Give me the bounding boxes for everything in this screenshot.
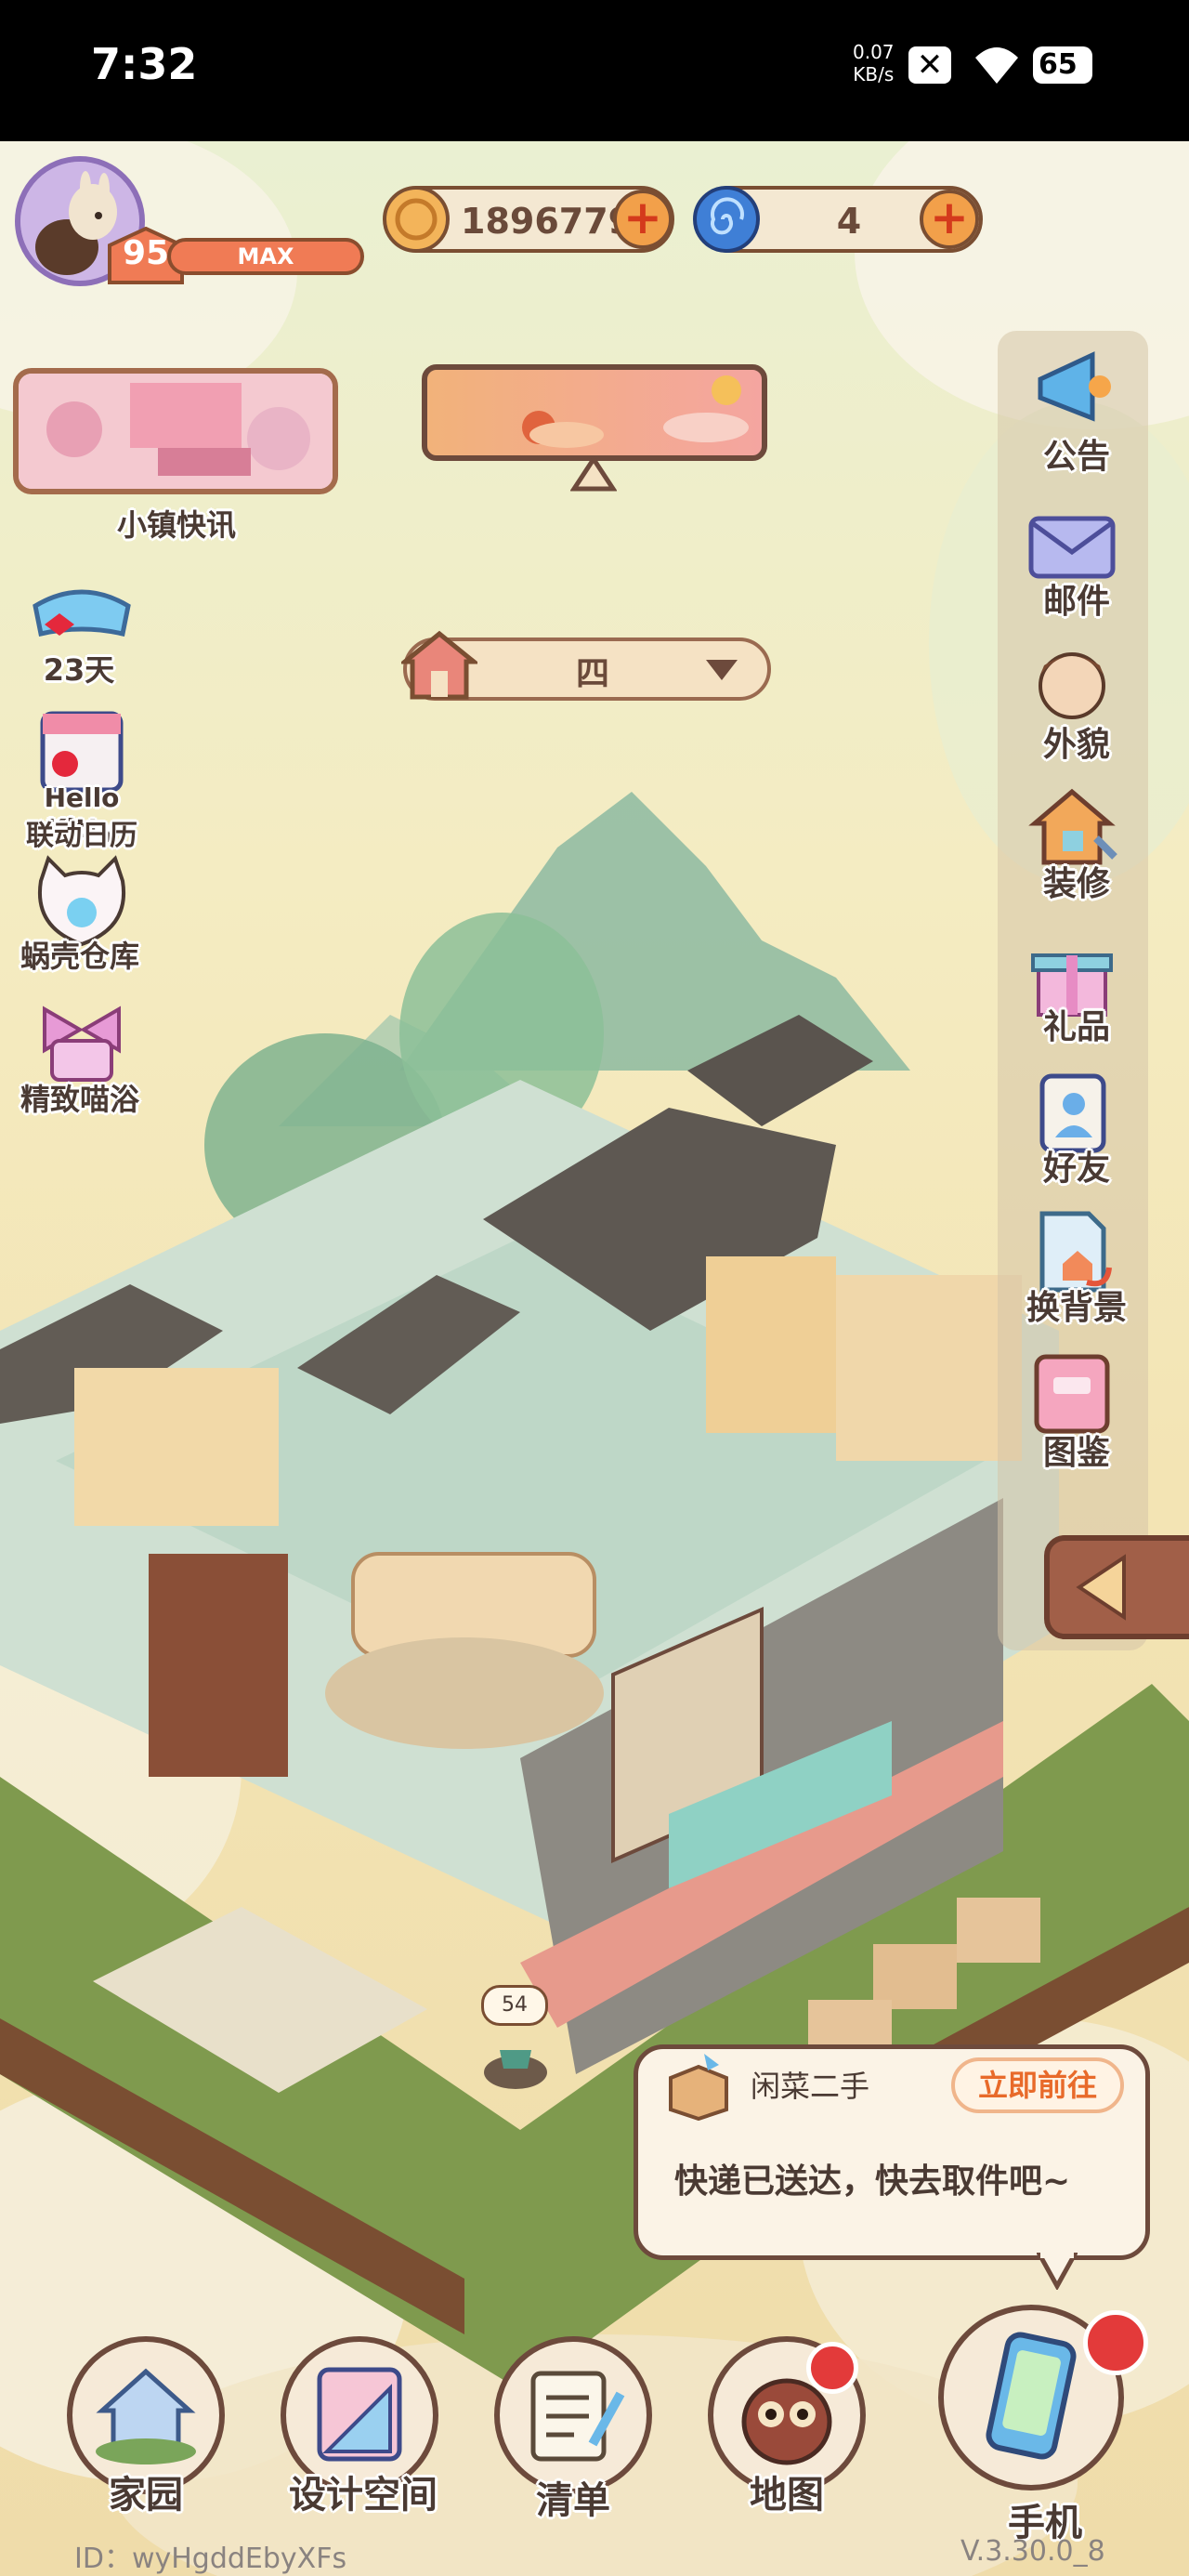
bookshelf: [149, 1554, 288, 1777]
go-now-button[interactable]: 立即前往: [951, 2057, 1124, 2113]
triangle-left-icon: [1076, 1554, 1126, 1621]
collapse-panel-button[interactable]: [1044, 1535, 1189, 1639]
bubble-tail: [1037, 2253, 1078, 2290]
time-pointer-icon: [570, 455, 617, 492]
package-box-icon: [669, 2054, 728, 2121]
map-notification-dot: [806, 2342, 858, 2394]
town-news-label: 小镇快讯: [116, 507, 236, 543]
status-time: 7:32: [91, 39, 198, 89]
change-background-label: 换背景: [1026, 1289, 1127, 1327]
collab-calendar-label: 联动日历: [26, 820, 137, 852]
close-box-icon: ✕: [908, 46, 951, 84]
checklist-pen-icon: [530, 2371, 625, 2462]
player-level: 95: [122, 234, 170, 272]
weather-time-panel[interactable]: [422, 364, 767, 461]
add-coins-button[interactable]: +: [613, 190, 673, 249]
appearance-label: 外貌: [1042, 726, 1110, 764]
house-wall: [74, 1368, 279, 1526]
mailbox-count: 54: [502, 1993, 528, 2017]
mailbox-count-bubble[interactable]: 54: [481, 1985, 548, 2026]
network-speed: 0.07 KB/s: [853, 41, 895, 85]
wifi-icon: [975, 47, 1018, 84]
chevron-down-icon: [706, 660, 738, 680]
status-bar: 7:32 0.07 KB/s ✕ 65: [0, 0, 1189, 141]
gifts-label: 礼品: [1042, 1008, 1110, 1046]
nav-map-label: 地图: [750, 2474, 824, 2517]
gift-bow-bath-icon[interactable]: [33, 992, 130, 1085]
announcement-label: 公告: [1042, 438, 1110, 476]
album-book-icon[interactable]: [1022, 1346, 1122, 1435]
calendar-icon[interactable]: [32, 703, 132, 795]
nav-home-label: 家园: [109, 2474, 183, 2517]
weather-sun-cloud-icon: [522, 375, 749, 448]
megaphone-icon[interactable]: [1022, 342, 1122, 431]
decorate-label: 装修: [1042, 865, 1110, 903]
shell-storage-label: 蜗壳仓库: [20, 939, 139, 974]
house-icon: [401, 630, 477, 700]
mailbox-icon[interactable]: [476, 2028, 555, 2093]
cat-bath-label: 精致喵浴: [20, 1082, 139, 1117]
house-wall: [836, 1275, 1022, 1461]
cardboard-box: [873, 1944, 957, 2009]
cardboard-box: [957, 1898, 1040, 1963]
phone-notification-dot: [1083, 2310, 1148, 2375]
notification-message: 快递已送达，快去取件吧~: [674, 2162, 1071, 2201]
game-viewport[interactable]: 54 95 MAX 1896779 + 4 + 小镇快讯 四 23天 Hello…: [0, 141, 1189, 2576]
mail-label: 邮件: [1042, 583, 1110, 621]
spiral-shell-icon: [693, 186, 760, 253]
house-wall: [706, 1256, 836, 1433]
town-news-card[interactable]: [13, 368, 338, 494]
add-shells-button[interactable]: +: [920, 190, 979, 249]
friends-label: 好友: [1042, 1150, 1110, 1188]
notification-app-name: 闲菜二手: [751, 2069, 870, 2104]
ski-goggles-icon[interactable]: [26, 569, 137, 658]
nav-design-label: 设计空间: [289, 2474, 438, 2517]
coin-amount: 1896779: [461, 201, 634, 242]
floor-value: 四: [575, 655, 609, 693]
collection-label: 图鉴: [1042, 1434, 1110, 1472]
coin-icon: [383, 186, 450, 253]
battery-indicator: 65: [1033, 46, 1092, 84]
nav-checklist-label: 清单: [536, 2479, 610, 2522]
shell-amount: 4: [836, 201, 862, 242]
news-thumbnail-image: [19, 374, 333, 489]
player-id: ID：wyHgddEbyXFs: [74, 2543, 347, 2575]
app-version: V.3.30.0_8: [960, 2535, 1105, 2568]
rug: [325, 1637, 604, 1749]
network-speed-value: 0.07: [853, 41, 895, 63]
level-progress-bar: MAX: [167, 238, 364, 275]
event-countdown-label: 23天: [43, 652, 115, 688]
network-speed-unit: KB/s: [853, 63, 895, 85]
character-face-icon[interactable]: [1022, 637, 1122, 727]
